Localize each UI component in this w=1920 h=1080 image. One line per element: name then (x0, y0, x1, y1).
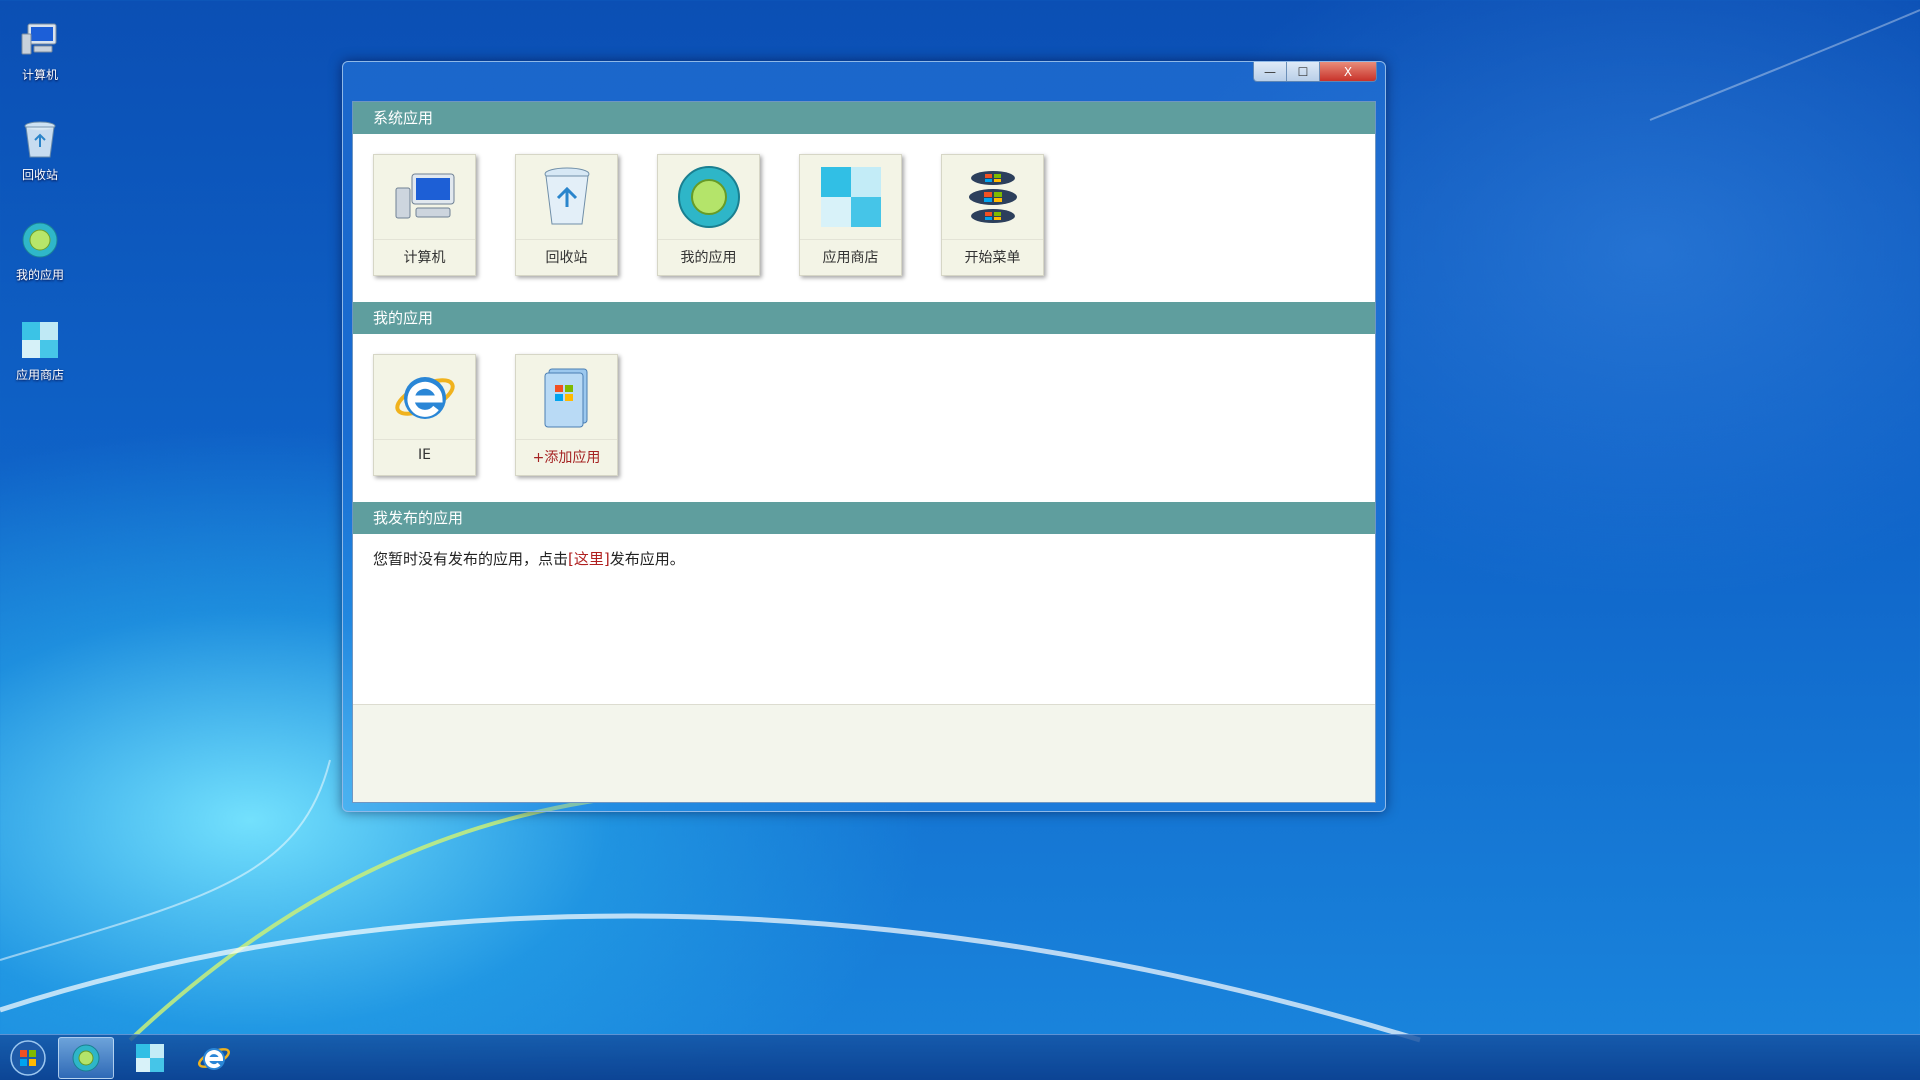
computer-icon (374, 155, 475, 240)
app-tile-label: 我的应用 (680, 250, 737, 266)
app-tile-label: 计算机 (403, 250, 446, 266)
ie-icon (374, 355, 475, 440)
app-tile-recycle-bin[interactable]: 回收站 (515, 154, 618, 276)
app-store-icon (18, 318, 62, 362)
section-header-system-apps: 系统应用 (353, 102, 1375, 134)
section-header-my-apps: 我的应用 (353, 302, 1375, 334)
system-apps-grid: 计算机 回收站 我的应用 应用商店 开始菜单 (353, 134, 1375, 302)
recycle-bin-icon (516, 155, 617, 240)
my-apps-icon (72, 1044, 100, 1072)
desktop-icon-label: 应用商店 (15, 368, 64, 382)
desktop-icon-label: 计算机 (21, 68, 58, 82)
taskbar-item-my-apps[interactable] (58, 1037, 114, 1079)
recycle-bin-icon (18, 118, 62, 162)
window-controls: — ☐ X (1253, 62, 1377, 82)
maximize-button[interactable]: ☐ (1287, 62, 1320, 81)
my-apps-grid: IE +添加应用 (353, 334, 1375, 502)
app-tile-start-menu[interactable]: 开始菜单 (941, 154, 1044, 276)
message-text: 发布应用。 (609, 550, 685, 568)
computer-icon (18, 18, 62, 62)
close-button[interactable]: X (1320, 62, 1376, 81)
app-tile-my-apps[interactable]: 我的应用 (657, 154, 760, 276)
desktop-icon-recycle-bin[interactable]: 回收站 (0, 108, 80, 183)
add-app-button[interactable]: +添加应用 (515, 354, 618, 476)
start-orb-icon (10, 1040, 46, 1076)
ie-icon (198, 1048, 230, 1070)
my-apps-icon (658, 155, 759, 240)
my-apps-icon (18, 218, 62, 262)
app-tile-label: +添加应用 (532, 450, 601, 466)
desktop-icon-computer[interactable]: 计算机 (0, 8, 80, 83)
taskbar (0, 1034, 1920, 1080)
app-tile-computer[interactable]: 计算机 (373, 154, 476, 276)
app-tile-label: 回收站 (545, 250, 588, 266)
desktop-icon-label: 我的应用 (15, 268, 64, 282)
desktop-icon-label: 回收站 (21, 168, 58, 182)
section-header-published-apps: 我发布的应用 (353, 502, 1375, 534)
window-content: 系统应用 计算机 回收站 我的应用 应用商店 开始菜单 我的应用 IE +添加应… (352, 101, 1376, 803)
start-menu-icon (942, 155, 1043, 240)
add-app-icon (516, 355, 617, 440)
app-tile-label: 应用商店 (822, 250, 879, 266)
app-tile-app-store[interactable]: 应用商店 (799, 154, 902, 276)
taskbar-item-app-store[interactable] (122, 1037, 178, 1079)
desktop-icon-my-apps[interactable]: 我的应用 (0, 208, 80, 283)
app-store-icon (136, 1044, 164, 1072)
app-window: — ☐ X 系统应用 计算机 回收站 我的应用 应用商店 开始菜单 我的应用 I… (342, 61, 1386, 812)
desktop-icon-app-store[interactable]: 应用商店 (0, 308, 80, 383)
app-tile-label: 开始菜单 (964, 250, 1021, 266)
app-tile-ie[interactable]: IE (373, 354, 476, 476)
taskbar-item-ie[interactable] (186, 1037, 242, 1079)
window-footer (353, 704, 1375, 802)
minimize-button[interactable]: — (1254, 62, 1287, 81)
app-store-icon (800, 155, 901, 240)
start-button[interactable] (0, 1037, 56, 1079)
publish-here-link[interactable]: [这里] (568, 550, 610, 568)
message-text: 您暂时没有发布的应用，点击 (373, 550, 569, 568)
app-tile-label: IE (418, 447, 431, 463)
published-apps-message: 您暂时没有发布的应用，点击[这里]发布应用。 (353, 534, 1375, 702)
